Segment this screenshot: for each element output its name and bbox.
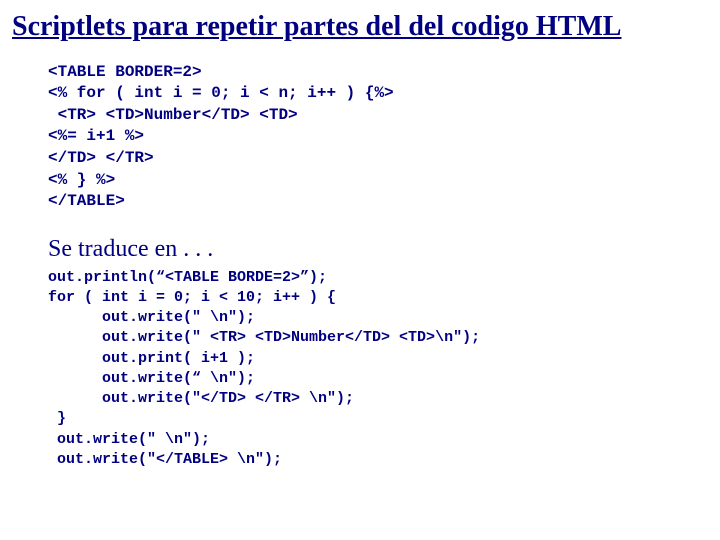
slide-content: Scriptlets para repetir partes del del c…: [0, 0, 720, 482]
servlet-output-code-block: out.println(“<TABLE BORDE=2>”); for ( in…: [48, 268, 708, 471]
slide-title: Scriptlets para repetir partes del del c…: [12, 10, 708, 44]
jsp-code-block: <TABLE BORDER=2> <% for ( int i = 0; i <…: [48, 62, 708, 213]
translation-subheading: Se traduce en . . .: [48, 235, 708, 264]
